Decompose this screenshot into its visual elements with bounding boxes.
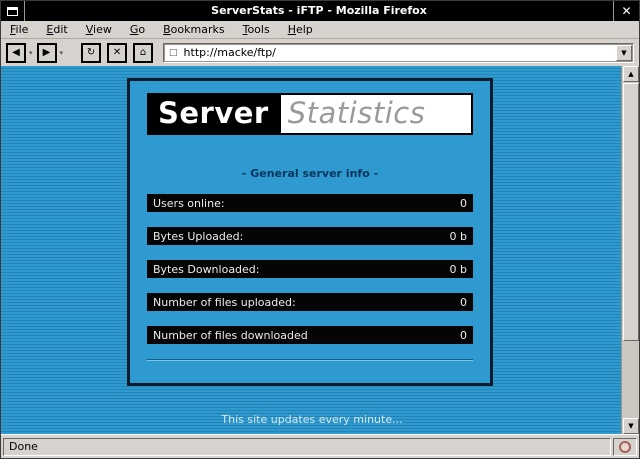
stat-value: 0 b bbox=[449, 229, 467, 243]
menu-tools[interactable]: Tools bbox=[234, 21, 279, 38]
stop-button[interactable]: ✕ bbox=[107, 42, 128, 63]
menu-edit[interactable]: Edit bbox=[37, 21, 76, 38]
stat-value: 0 bbox=[460, 196, 467, 210]
stat-row-users-online: Users online: 0 bbox=[147, 194, 473, 212]
forward-button[interactable]: ▶ bbox=[36, 42, 57, 63]
stop-icon: ✕ bbox=[112, 46, 122, 58]
reload-icon: ↻ bbox=[86, 46, 96, 58]
horizontal-rule bbox=[147, 359, 473, 361]
menu-bookmarks[interactable]: Bookmarks bbox=[154, 21, 233, 38]
title-bar: ServerStats - iFTP - Mozilla Firefox ✕ bbox=[1, 1, 639, 21]
window-menu-icon bbox=[7, 6, 18, 16]
menu-go[interactable]: Go bbox=[121, 21, 154, 38]
window-title: ServerStats - iFTP - Mozilla Firefox bbox=[211, 4, 427, 17]
url-dropdown-icon: ▼ bbox=[621, 48, 627, 57]
page-background: Server Statistics - General server info … bbox=[1, 66, 623, 434]
page-logo: Server Statistics bbox=[147, 93, 473, 135]
stat-label: Bytes Downloaded: bbox=[153, 262, 260, 276]
menu-file[interactable]: File bbox=[1, 21, 37, 38]
back-dropdown[interactable]: ▾ bbox=[29, 49, 33, 57]
page-proxy-icon: □ bbox=[169, 47, 178, 58]
stat-row-bytes-uploaded: Bytes Uploaded: 0 b bbox=[147, 227, 473, 245]
logo-statistics-text: Statistics bbox=[280, 95, 471, 133]
stat-value: 0 b bbox=[449, 262, 467, 276]
stat-label: Bytes Uploaded: bbox=[153, 229, 244, 243]
server-stats-panel: Server Statistics - General server info … bbox=[127, 78, 493, 386]
scroll-down-icon: ▼ bbox=[628, 422, 634, 430]
scrollbar-thumb[interactable] bbox=[623, 83, 639, 341]
stat-value: 0 bbox=[460, 295, 467, 309]
window-menu-button[interactable] bbox=[1, 1, 25, 21]
back-icon: ◀ bbox=[12, 46, 20, 58]
close-icon: ✕ bbox=[621, 4, 632, 18]
scroll-up-icon: ▲ bbox=[628, 70, 634, 78]
stat-label: Number of files uploaded: bbox=[153, 295, 296, 309]
close-button[interactable]: ✕ bbox=[613, 1, 639, 21]
scroll-up-button[interactable]: ▲ bbox=[623, 66, 639, 82]
home-button[interactable]: ⌂ bbox=[133, 42, 154, 63]
stat-row-bytes-downloaded: Bytes Downloaded: 0 b bbox=[147, 260, 473, 278]
forward-icon: ▶ bbox=[42, 46, 51, 58]
url-input[interactable] bbox=[183, 46, 616, 59]
status-icon-box[interactable] bbox=[613, 438, 637, 456]
browser-content-area: Server Statistics - General server info … bbox=[1, 66, 639, 434]
forward-dropdown[interactable]: ▾ bbox=[60, 49, 64, 57]
stat-value: 0 bbox=[460, 328, 467, 342]
logo-server-text: Server bbox=[158, 96, 269, 130]
menu-bar: File Edit View Go Bookmarks Tools Help bbox=[1, 21, 639, 39]
menu-help[interactable]: Help bbox=[279, 21, 322, 38]
url-dropdown-button[interactable]: ▼ bbox=[616, 44, 632, 61]
stat-row-files-uploaded: Number of files uploaded: 0 bbox=[147, 293, 473, 311]
section-title: - General server info - bbox=[241, 167, 379, 180]
back-button[interactable]: ◀ bbox=[6, 42, 26, 63]
update-note: This site updates every minute... bbox=[221, 413, 403, 426]
stat-label: Number of files downloaded bbox=[153, 328, 308, 342]
browser-window: ServerStats - iFTP - Mozilla Firefox ✕ F… bbox=[0, 0, 640, 459]
stat-label: Users online: bbox=[153, 196, 225, 210]
status-bar: Done bbox=[1, 434, 639, 458]
vertical-scrollbar[interactable]: ▲ ▼ bbox=[621, 66, 639, 434]
navigation-toolbar: ◀ ▾ ▶ ▾ ↻ ✕ ⌂ □ ▼ bbox=[1, 39, 639, 66]
status-text: Done bbox=[3, 438, 611, 456]
status-icon bbox=[619, 441, 631, 453]
reload-button[interactable]: ↻ bbox=[81, 42, 102, 63]
scroll-down-button[interactable]: ▼ bbox=[623, 418, 639, 434]
stat-row-files-downloaded: Number of files downloaded 0 bbox=[147, 326, 473, 344]
home-icon: ⌂ bbox=[139, 46, 147, 58]
menu-view[interactable]: View bbox=[77, 21, 121, 38]
url-bar[interactable]: □ ▼ bbox=[163, 42, 634, 63]
